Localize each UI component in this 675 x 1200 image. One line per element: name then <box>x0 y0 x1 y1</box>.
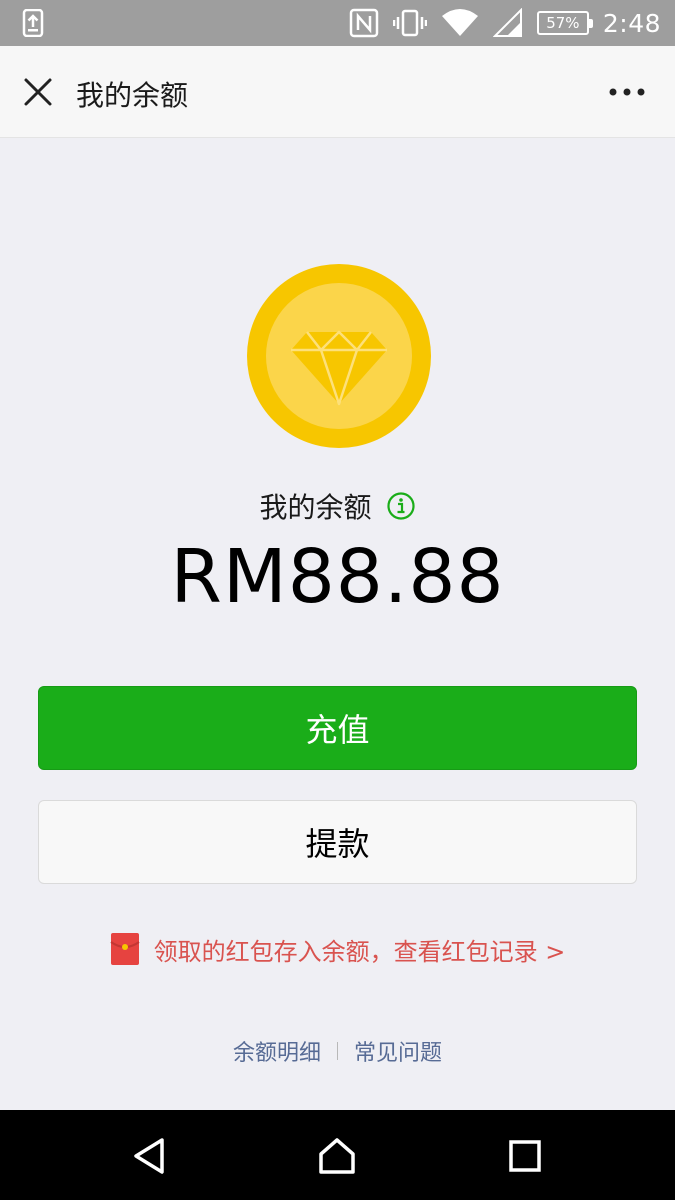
title-bar: 我的余额 <box>0 46 675 138</box>
more-icon[interactable] <box>607 80 647 104</box>
status-bar: 57% 2:48 <box>0 0 675 46</box>
wallet-balance-screen: 57% 2:48 我的余额 我的余额 RM88.88 充值 提款 领取的红包存入… <box>0 0 675 1200</box>
nfc-icon <box>349 8 379 38</box>
diamond-coin-icon <box>247 264 431 448</box>
battery-indicator: 57% <box>536 11 593 35</box>
balance-amount: RM88.88 <box>170 534 505 620</box>
recent-apps-icon[interactable] <box>505 1136 545 1176</box>
red-packet-text: 领取的红包存入余额，查看红包记录 > <box>153 937 566 966</box>
faq-link[interactable]: 常见问题 <box>354 1035 442 1067</box>
balance-label: 我的余额 <box>259 491 372 524</box>
system-navigation-bar <box>0 1110 675 1200</box>
balance-label-row: 我的余额 <box>0 484 675 528</box>
footer-divider <box>337 1042 338 1060</box>
recharge-button[interactable]: 充值 <box>38 686 637 770</box>
back-icon[interactable] <box>130 1136 170 1176</box>
red-packet-record-link[interactable]: 领取的红包存入余额，查看红包记录 > <box>0 928 675 970</box>
red-packet-icon <box>110 933 140 965</box>
status-time: 2:48 <box>602 8 661 38</box>
vibrate-icon <box>392 9 427 37</box>
balance-details-link[interactable]: 余额明细 <box>233 1035 321 1067</box>
close-icon[interactable] <box>18 72 58 112</box>
status-icons: 57% 2:48 <box>335 0 661 46</box>
info-icon[interactable] <box>386 491 416 521</box>
wifi-icon <box>441 9 478 36</box>
footer-links: 余额明细 常见问题 <box>0 1036 675 1066</box>
home-icon[interactable] <box>317 1136 357 1176</box>
page-title: 我的余额 <box>76 79 189 112</box>
screenshot-notification-icon <box>22 9 44 37</box>
withdraw-button[interactable]: 提款 <box>38 800 637 884</box>
cellular-signal-icon <box>492 8 522 37</box>
